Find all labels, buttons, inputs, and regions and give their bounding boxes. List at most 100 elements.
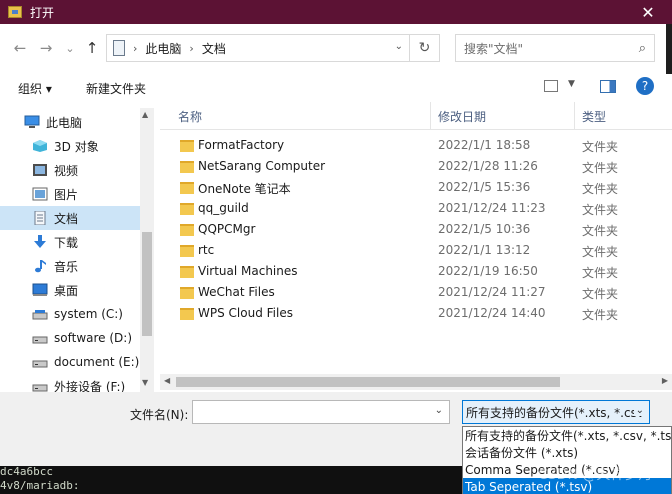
app-icon <box>8 6 22 18</box>
file-name: NetSarang Computer <box>198 159 326 173</box>
breadcrumb-this-pc[interactable]: 此电脑 <box>145 40 181 57</box>
sidebar-item-drive-c[interactable]: system (C:) <box>0 302 140 326</box>
desktop-icon <box>32 283 48 296</box>
column-header-modified[interactable]: 修改日期 <box>438 102 486 130</box>
list-item[interactable]: WPS Cloud Files 2021/12/24 14:40 文件夹 <box>160 304 672 325</box>
sidebar-item-pictures[interactable]: 图片 <box>0 182 140 206</box>
command-toolbar: 组织 ▾ 新建文件夹 ▼ ? <box>0 72 672 102</box>
search-icon: ⌕ <box>638 41 646 56</box>
file-name: qq_guild <box>198 201 249 215</box>
navigation-scrollbar[interactable]: ▲ ▼ <box>140 108 154 392</box>
scroll-left-icon[interactable]: ◀ <box>164 376 170 385</box>
list-item[interactable]: OneNote 笔记本 2022/1/5 15:36 文件夹 <box>160 178 672 199</box>
breadcrumb-documents[interactable]: 文档 <box>202 40 226 57</box>
sidebar-item-videos[interactable]: 视频 <box>0 158 140 182</box>
video-icon <box>33 164 47 176</box>
sidebar-item-desktop[interactable]: 桌面 <box>0 278 140 302</box>
organize-button[interactable]: 组织 ▾ <box>18 80 52 97</box>
file-name: Virtual Machines <box>198 264 298 278</box>
terminal-line: 4v8/mariadb: <box>0 479 80 492</box>
sidebar-item-drive-d[interactable]: software (D:) <box>0 326 140 350</box>
drive-icon <box>32 310 48 320</box>
scroll-up-icon[interactable]: ▲ <box>142 110 148 119</box>
scroll-thumb[interactable] <box>176 377 560 387</box>
folder-icon <box>180 203 194 215</box>
address-bar[interactable]: › 此电脑 › 文档 ⌄ ↻ <box>106 34 440 62</box>
filetype-option-all[interactable]: 所有支持的备份文件(*.xts, *.csv, *.tsv) <box>463 427 671 444</box>
scroll-thumb[interactable] <box>142 232 152 336</box>
view-options-icon[interactable] <box>544 80 558 92</box>
refresh-button[interactable]: ↻ <box>409 35 439 61</box>
file-name: WeChat Files <box>198 285 275 299</box>
file-date: 2022/1/1 18:58 <box>438 138 531 152</box>
sidebar-item-music[interactable]: 音乐 <box>0 254 140 278</box>
file-name: rtc <box>198 243 215 257</box>
folder-icon <box>180 287 194 299</box>
filename-label: 文件名(N): <box>130 408 189 422</box>
column-header-type[interactable]: 类型 <box>582 102 606 130</box>
list-item[interactable]: FormatFactory 2022/1/1 18:58 文件夹 <box>160 136 672 157</box>
sidebar-item-label: software (D:) <box>54 331 132 345</box>
preview-pane-icon[interactable] <box>600 80 616 93</box>
sidebar-item-downloads[interactable]: 下载 <box>0 230 140 254</box>
open-dialog: 打开 ✕ ← → ⌄ ↑ › 此电脑 › 文档 ⌄ ↻ 搜索"文档" ⌕ 组织 … <box>0 0 672 466</box>
sidebar-item-documents[interactable]: 文档 <box>0 206 140 230</box>
scroll-right-icon[interactable]: ▶ <box>662 376 668 385</box>
sidebar-item-drive-f[interactable]: 外接设备 (F:) <box>0 374 140 392</box>
column-header-name[interactable]: 名称 <box>178 102 202 130</box>
file-name: WPS Cloud Files <box>198 306 293 320</box>
chevron-down-icon[interactable]: ⌄ <box>633 405 644 416</box>
search-placeholder: 搜索"文档" <box>464 41 524 56</box>
sidebar-item-label: 图片 <box>54 187 79 202</box>
help-button[interactable]: ? <box>636 77 654 95</box>
location-icon <box>113 40 125 56</box>
close-button[interactable]: ✕ <box>628 0 668 24</box>
file-date: 2022/1/19 16:50 <box>438 264 538 278</box>
drive-icon <box>32 360 48 368</box>
horizontal-scrollbar[interactable]: ◀ ▶ <box>160 374 672 390</box>
pictures-icon <box>32 187 48 201</box>
sidebar-item-3d-objects[interactable]: 3D 对象 <box>0 134 140 158</box>
view-dropdown-icon[interactable]: ▼ <box>568 79 575 89</box>
file-date: 2021/12/24 14:40 <box>438 306 546 320</box>
file-type: 文件夹 <box>582 308 619 322</box>
forward-button[interactable]: → <box>36 38 56 58</box>
list-item[interactable]: Virtual Machines 2022/1/19 16:50 文件夹 <box>160 262 672 283</box>
file-type: 文件夹 <box>582 224 619 238</box>
up-button[interactable]: ↑ <box>82 38 102 58</box>
search-input[interactable]: 搜索"文档" ⌕ <box>455 34 655 62</box>
column-divider[interactable] <box>574 102 575 130</box>
list-item[interactable]: QQPCMgr 2022/1/5 10:36 文件夹 <box>160 220 672 241</box>
list-header: ⌃ 名称 修改日期 类型 <box>160 102 672 130</box>
address-dropdown-icon[interactable]: ⌄ <box>395 41 403 52</box>
watermark: CSDN @天祥岁月 <box>538 467 653 483</box>
chevron-down-icon[interactable]: ⌄ <box>435 405 443 416</box>
new-folder-button[interactable]: 新建文件夹 <box>86 80 146 97</box>
list-item[interactable]: NetSarang Computer 2022/1/28 11:26 文件夹 <box>160 157 672 178</box>
back-button[interactable]: ← <box>10 38 30 58</box>
folder-icon <box>180 266 194 278</box>
filename-input[interactable]: ⌄ <box>192 400 450 424</box>
cube-icon <box>33 140 47 152</box>
sidebar-item-this-pc[interactable]: 此电脑 <box>0 110 140 134</box>
list-item[interactable]: qq_guild 2021/12/24 11:23 文件夹 <box>160 199 672 220</box>
filetype-select[interactable]: 所有支持的备份文件(*.xts, *.csv ⌄ <box>462 400 650 424</box>
download-icon <box>34 235 46 248</box>
file-date: 2022/1/5 10:36 <box>438 222 531 236</box>
navigation-bar: ← → ⌄ ↑ › 此电脑 › 文档 ⌄ ↻ 搜索"文档" ⌕ <box>0 24 672 72</box>
sidebar-item-label: system (C:) <box>54 307 123 321</box>
folder-icon <box>180 245 194 257</box>
recent-locations-button[interactable]: ⌄ <box>60 38 80 58</box>
list-item[interactable]: rtc 2022/1/1 13:12 文件夹 <box>160 241 672 262</box>
window-edge <box>666 24 672 74</box>
sidebar-item-drive-e[interactable]: document (E:) <box>0 350 140 374</box>
scroll-down-icon[interactable]: ▼ <box>142 378 148 387</box>
background-terminal: dc4a6bcc 4v8/mariadb: <box>0 465 462 494</box>
filetype-option-xts[interactable]: 会话备份文件 (*.xts) <box>463 444 671 461</box>
sidebar-item-label: 视频 <box>54 163 79 178</box>
list-item[interactable]: WeChat Files 2021/12/24 11:27 文件夹 <box>160 283 672 304</box>
column-divider[interactable] <box>430 102 431 130</box>
drive-icon <box>32 336 48 344</box>
breadcrumb-separator: › <box>189 41 194 55</box>
title-bar[interactable]: 打开 ✕ <box>0 0 672 24</box>
